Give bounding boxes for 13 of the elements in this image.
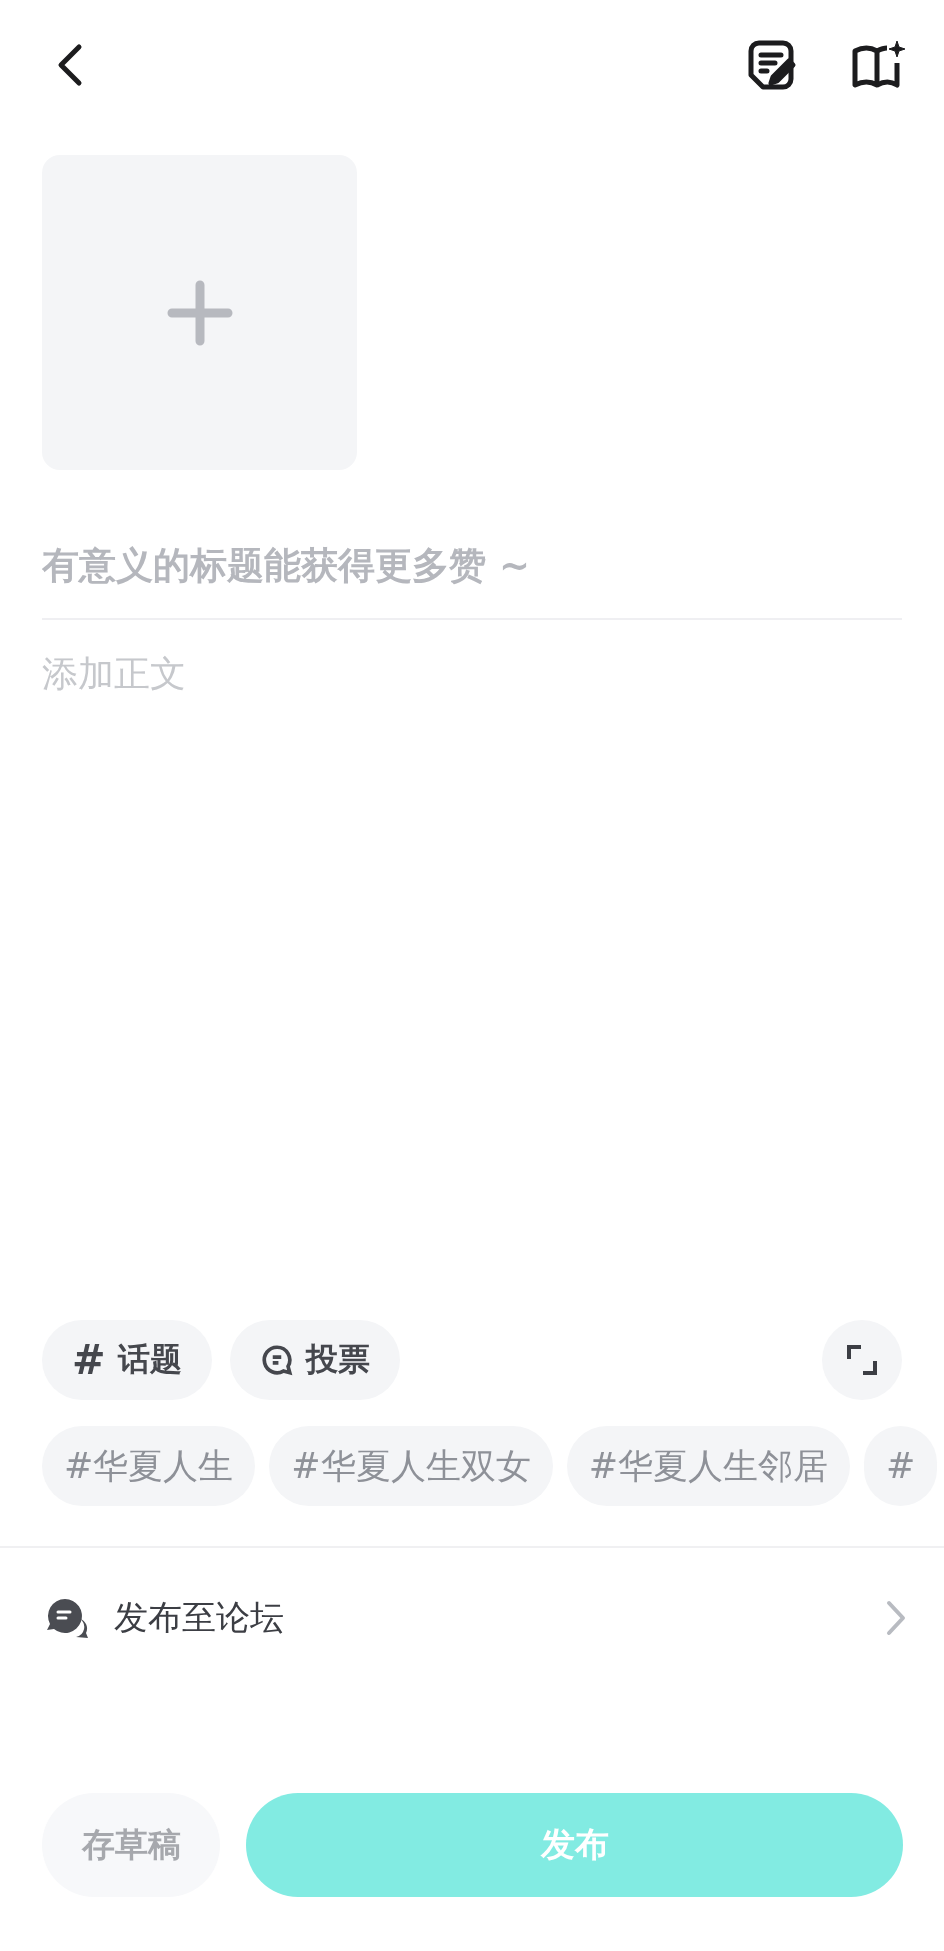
topic-button[interactable]: # 话题 — [42, 1320, 212, 1400]
topic-tag[interactable]: #华夏人生 — [42, 1426, 256, 1506]
plus-icon — [165, 278, 234, 347]
chat-bubbles-icon — [46, 1597, 90, 1639]
chat-bubble-icon — [259, 1343, 294, 1377]
save-draft-button[interactable]: 存草稿 — [42, 1793, 220, 1897]
topic-tag[interactable]: # — [864, 1426, 938, 1506]
forum-row[interactable]: 发布至论坛 — [0, 1548, 944, 1688]
expand-icon — [845, 1343, 879, 1377]
topic-tag[interactable]: #华夏人生双女 — [269, 1426, 553, 1506]
vote-button[interactable]: 投票 — [229, 1320, 400, 1400]
chevron-right-icon — [886, 1600, 906, 1636]
topic-tag[interactable]: #华夏人生邻居 — [566, 1426, 850, 1506]
